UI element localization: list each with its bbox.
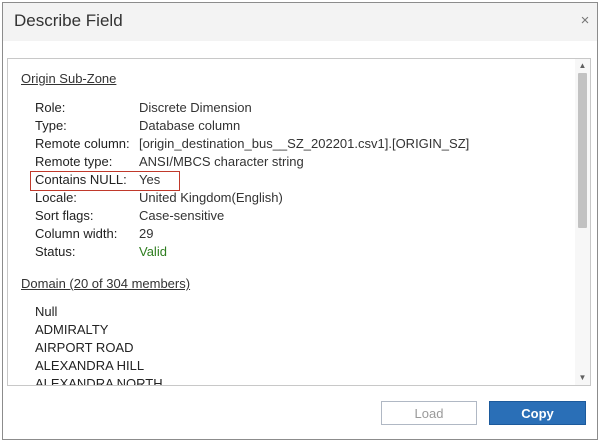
property-value: Case-sensitive [139, 208, 225, 223]
describe-field-dialog: Describe Field × Origin Sub-Zone Role: D… [2, 2, 598, 440]
property-label: Type: [35, 118, 67, 133]
field-description-content: Origin Sub-Zone Role: Discrete Dimension… [8, 59, 576, 385]
property-value: ANSI/MBCS character string [139, 154, 304, 169]
field-description-panel[interactable]: Origin Sub-Zone Role: Discrete Dimension… [7, 58, 591, 386]
list-item: ALEXANDRA HILL [35, 358, 145, 373]
domain-heading: Domain (20 of 304 members) [21, 276, 191, 291]
property-label: Remote type: [35, 154, 113, 169]
dialog-titlebar: Describe Field × [3, 3, 597, 41]
copy-button[interactable]: Copy [489, 401, 586, 425]
property-value: Database column [139, 118, 241, 133]
property-label: Remote column: [35, 136, 130, 151]
property-value: United Kingdom(English) [139, 190, 283, 205]
list-item: Null [35, 304, 58, 319]
contains-null-highlight [30, 171, 180, 191]
vertical-scrollbar[interactable]: ▲ ▼ [575, 59, 590, 385]
scroll-down-arrow-icon[interactable]: ▼ [575, 371, 590, 385]
dialog-title: Describe Field [14, 11, 123, 30]
scroll-up-arrow-icon[interactable]: ▲ [575, 59, 590, 73]
property-row-column-width: Column width: 29 [35, 225, 575, 243]
domain-member-list: Null ADMIRALTY AIRPORT ROAD ALEXANDRA HI… [35, 303, 163, 385]
property-label: Sort flags: [35, 208, 94, 223]
property-row-remote-column: Remote column: [origin_destination_bus__… [35, 135, 575, 153]
property-label: Status: [35, 244, 76, 259]
property-label: Locale: [35, 190, 77, 205]
property-label: Role: [35, 100, 66, 115]
load-button[interactable]: Load [381, 401, 477, 425]
property-row-status: Status: Valid [35, 243, 575, 261]
list-item: ALEXANDRA NORTH [35, 376, 163, 385]
property-row-locale: Locale: United Kingdom(English) [35, 189, 575, 207]
property-row-role: Role: Discrete Dimension [35, 99, 575, 117]
property-row-type: Type: Database column [35, 117, 575, 135]
property-row-remote-type: Remote type: ANSI/MBCS character string [35, 153, 575, 171]
scrollbar-thumb[interactable] [578, 73, 587, 228]
property-value: [origin_destination_bus__SZ_202201.csv1]… [139, 136, 470, 151]
property-label: Column width: [35, 226, 118, 241]
close-icon[interactable]: × [577, 12, 593, 30]
status-value: Valid [139, 244, 167, 259]
list-item: AIRPORT ROAD [35, 340, 134, 355]
property-row-sort-flags: Sort flags: Case-sensitive [35, 207, 575, 225]
property-value: Discrete Dimension [139, 100, 252, 115]
list-item: ADMIRALTY [35, 322, 109, 337]
field-name-heading: Origin Sub-Zone [21, 71, 117, 86]
property-value: 29 [139, 226, 154, 241]
